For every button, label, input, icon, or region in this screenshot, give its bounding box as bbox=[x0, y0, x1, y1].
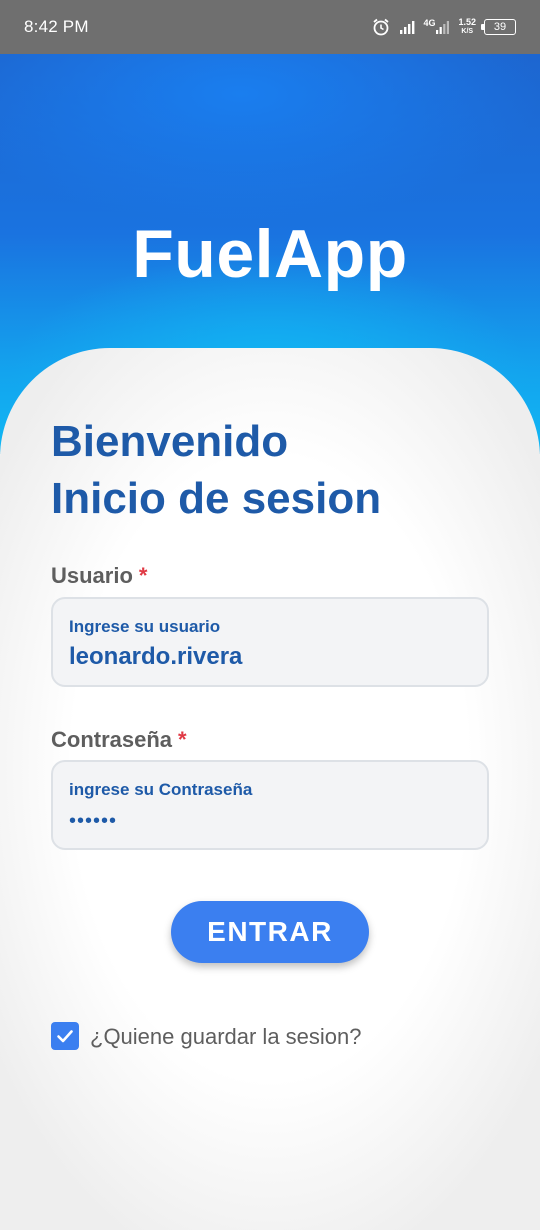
password-label: Contraseña * bbox=[51, 727, 187, 753]
heading-login: Inicio de sesion bbox=[51, 474, 382, 523]
required-mark: * bbox=[138, 563, 148, 588]
status-bar: 8:42 PM 4G 1.52 K/S 39 bbox=[0, 0, 540, 54]
required-mark: * bbox=[178, 727, 187, 752]
password-value[interactable]: •••••• bbox=[69, 806, 487, 836]
password-field[interactable]: ingrese su Contraseña •••••• bbox=[51, 760, 489, 850]
username-label: Usuario * bbox=[51, 563, 147, 589]
status-icons: 4G 1.52 K/S 39 bbox=[371, 17, 516, 37]
username-value[interactable]: leonardo.rivera bbox=[69, 641, 487, 673]
password-label-text: Contraseña bbox=[51, 727, 173, 752]
battery-level: 39 bbox=[493, 21, 507, 33]
username-field[interactable]: Ingrese su usuario leonardo.rivera bbox=[51, 597, 489, 687]
signal-icon bbox=[399, 19, 415, 35]
username-label-text: Usuario bbox=[51, 563, 133, 588]
username-hint: Ingrese su usuario bbox=[69, 617, 221, 636]
enter-button[interactable]: ENTRAR bbox=[171, 901, 369, 963]
app-title: FuelApp bbox=[132, 216, 408, 292]
check-icon bbox=[57, 1030, 73, 1043]
signal-4g-icon: 4G bbox=[423, 19, 450, 35]
remember-checkbox[interactable] bbox=[51, 1022, 79, 1050]
speed-value: 1.52 bbox=[458, 17, 476, 27]
alarm-icon bbox=[371, 17, 391, 37]
battery-icon: 39 bbox=[481, 19, 516, 35]
remember-session[interactable]: ¿Quiene guardar la sesion? bbox=[51, 1018, 362, 1054]
network-speed: 1.52 K/S bbox=[458, 18, 476, 36]
network-type: 4G bbox=[423, 18, 436, 28]
speed-unit: K/S bbox=[461, 28, 474, 35]
status-time: 8:42 PM bbox=[24, 17, 89, 36]
remember-label[interactable]: ¿Quiene guardar la sesion? bbox=[90, 1020, 362, 1054]
heading-welcome: Bienvenido bbox=[51, 417, 289, 466]
password-hint: ingrese su Contraseña bbox=[69, 780, 253, 799]
page-title: Bienvenido Inicio de sesion bbox=[51, 413, 381, 527]
